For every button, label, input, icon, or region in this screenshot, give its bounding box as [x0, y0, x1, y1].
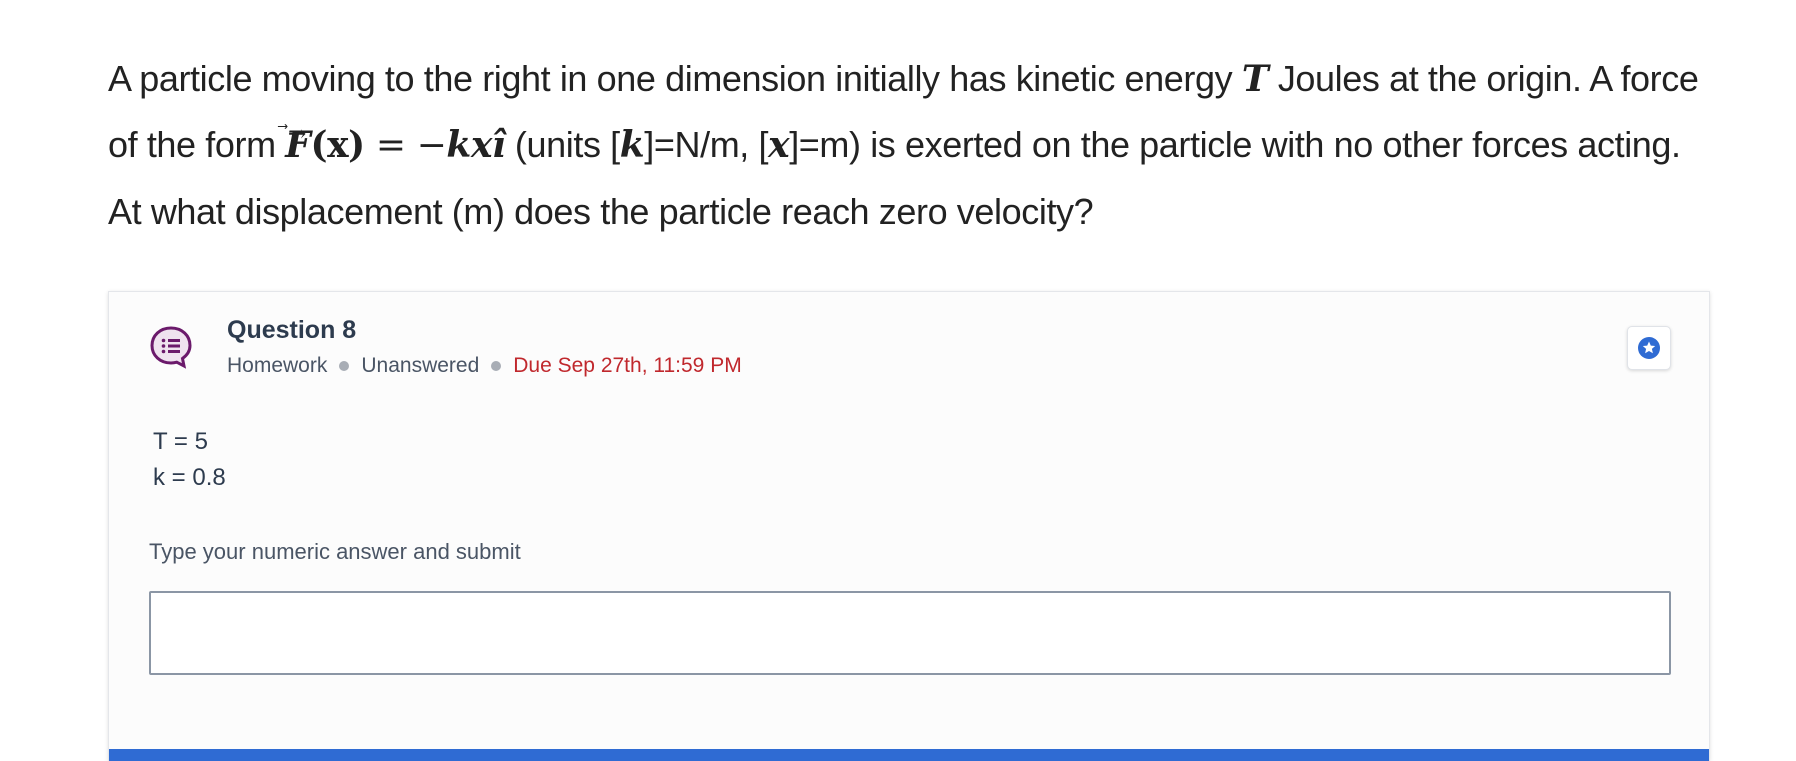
question-status: Unanswered: [361, 354, 480, 377]
variable-T: T: [1241, 58, 1269, 100]
star-icon: [1638, 337, 1660, 359]
given-T: T = 5: [153, 428, 208, 455]
answer-label: Type your numeric answer and submit: [149, 539, 521, 564]
problem-text-3: (units [: [505, 124, 620, 165]
unit-x: x: [768, 124, 790, 166]
answer-input[interactable]: [149, 591, 1671, 675]
separator-dot: [339, 361, 350, 371]
force-argument: (x): [310, 124, 365, 166]
question-type: Homework: [227, 354, 328, 377]
question-title: Question 8: [227, 316, 357, 344]
question-card: Question 8 Homework Unanswered Due Sep 2…: [108, 291, 1710, 761]
unit-vector-i: î: [492, 124, 506, 166]
given-values: T = 5 k = 0.8: [153, 424, 226, 496]
question-due-date: Due Sep 27th, 11:59 PM: [513, 354, 742, 377]
list-bubble-icon: [149, 325, 193, 369]
vector-arrow-icon: ⃗→: [288, 122, 306, 147]
force-arg-text: (x): [310, 124, 365, 166]
problem-text-1: A particle moving to the right in one di…: [108, 58, 1242, 99]
unit-k: k: [619, 124, 645, 166]
force-equals: = −: [364, 125, 447, 166]
given-k: k = 0.8: [153, 464, 226, 491]
accent-bar: [109, 749, 1709, 761]
bookmark-button[interactable]: [1627, 326, 1671, 370]
question-meta: Homework Unanswered Due Sep 27th, 11:59 …: [227, 354, 742, 378]
problem-text-4: ]=N/m, [: [644, 124, 769, 165]
separator-dot: [491, 361, 502, 371]
force-vector-F: ⃗→ F: [285, 122, 311, 166]
problem-statement: A particle moving to the right in one di…: [108, 46, 1718, 245]
force-rhs: kx: [446, 124, 493, 166]
